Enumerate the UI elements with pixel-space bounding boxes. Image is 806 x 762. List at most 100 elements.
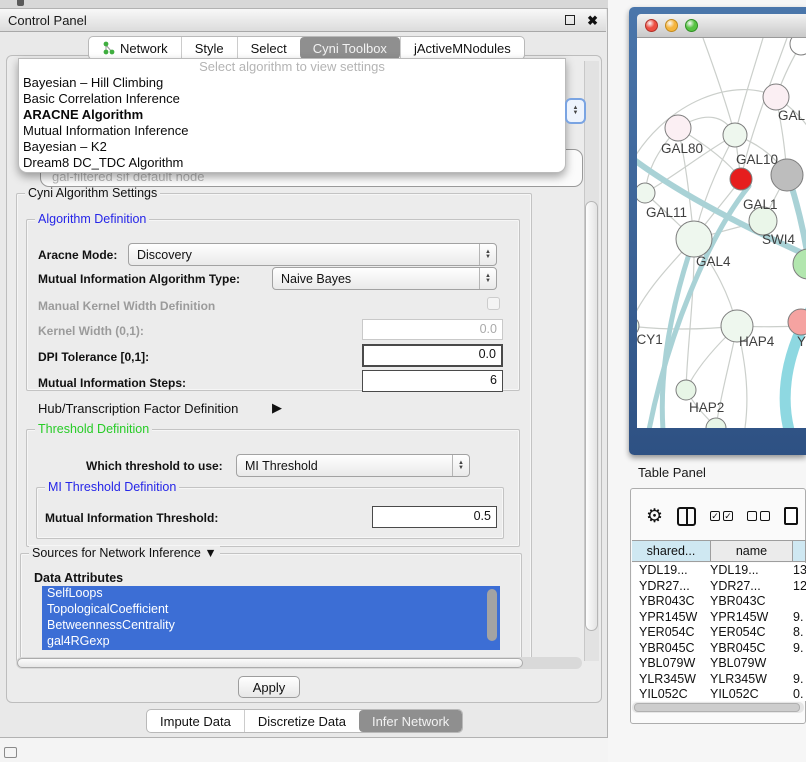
columns-icon[interactable] xyxy=(677,507,696,526)
aracne-mode-combo[interactable]: Discovery ▲▼ xyxy=(128,243,497,266)
manual-kernel-label: Manual Kernel Width Definition xyxy=(38,299,215,313)
table-cell: YBR043C xyxy=(632,594,710,610)
select-all-icon[interactable]: ✓✓ xyxy=(710,511,733,521)
attribute-item[interactable]: gal4RGexp xyxy=(42,634,500,650)
algorithm-dropdown-list: Bayesian – Hill ClimbingBasic Correlatio… xyxy=(19,75,565,171)
table-row[interactable]: YPR145WYPR145W9. xyxy=(632,610,806,626)
network-edge[interactable] xyxy=(735,38,763,135)
table-row[interactable]: YER054CYER054C8. xyxy=(632,625,806,641)
algorithm-option[interactable]: Bayesian – Hill Climbing xyxy=(19,75,565,91)
float-window-icon[interactable] xyxy=(565,15,575,25)
table-cell: 8. xyxy=(793,625,806,641)
table-row[interactable]: YIL052CYIL052C0. xyxy=(632,687,806,701)
network-node[interactable] xyxy=(793,249,806,279)
combo-stepper-icon: ▲▼ xyxy=(479,244,496,265)
network-node[interactable] xyxy=(730,168,752,190)
mi-type-combo[interactable]: Naive Bayes ▲▼ xyxy=(272,267,497,290)
which-threshold-label: Which threshold to use: xyxy=(86,459,223,473)
manual-kernel-checkbox[interactable] xyxy=(487,297,500,310)
tab-select[interactable]: Select xyxy=(237,37,300,59)
panel-vertical-scrollbar-thumb[interactable] xyxy=(585,201,598,631)
algorithm-option[interactable]: Dream8 DC_TDC Algorithm xyxy=(19,155,565,171)
network-view-canvas[interactable]: GALGAL80GAL10GAL1GAL11SWI4GAL4GCY1HAP4YH… xyxy=(637,38,806,428)
table-cell: YPR145W xyxy=(632,610,710,626)
table-row[interactable]: YLR345WYLR345W9. xyxy=(632,672,806,688)
which-threshold-combo[interactable]: MI Threshold ▲▼ xyxy=(236,454,470,477)
expand-right-icon[interactable]: ▶ xyxy=(272,400,282,416)
table-row[interactable]: YDR27...YDR27...12 xyxy=(632,579,806,595)
tab-network[interactable]: Network xyxy=(89,37,181,59)
network-node[interactable] xyxy=(788,309,806,335)
mi-type-label: Mutual Information Algorithm Type: xyxy=(38,272,240,286)
apply-button[interactable]: Apply xyxy=(238,676,300,698)
zoom-traffic-light[interactable] xyxy=(685,19,698,32)
combo-stepper-icon: ▲▼ xyxy=(452,455,469,476)
node-label-gal1: GAL1 xyxy=(743,197,778,212)
algorithm-combo-stepper[interactable]: ▲▼ xyxy=(565,98,586,124)
network-icon xyxy=(102,41,115,55)
mi-threshold-field[interactable]: 0.5 xyxy=(372,506,497,528)
column-header-shared-[interactable]: shared... xyxy=(632,541,711,561)
node-label-gal80: GAL80 xyxy=(661,141,703,156)
tab-label: Discretize Data xyxy=(258,714,346,729)
table-row[interactable]: YDL19...YDL19...13 xyxy=(632,563,806,579)
data-attributes-list[interactable]: SelfLoopsTopologicalCoefficientBetweenne… xyxy=(42,586,500,650)
close-traffic-light[interactable] xyxy=(645,19,658,32)
tab-style[interactable]: Style xyxy=(181,37,237,59)
close-icon[interactable]: ✖ xyxy=(587,14,598,27)
kernel-width-field[interactable]: 0.0 xyxy=(362,319,503,340)
table-cell: YLR345W xyxy=(632,672,710,688)
table-cell: YBL079W xyxy=(632,656,710,672)
table-toolbar: ⚙ ✓✓ xyxy=(632,495,804,537)
tab-jactivemnodules[interactable]: jActiveMNodules xyxy=(400,37,524,59)
network-node[interactable] xyxy=(723,123,747,147)
network-node[interactable] xyxy=(790,38,806,55)
table-cell: YBR045C xyxy=(710,641,793,657)
node-label-hap2: HAP2 xyxy=(689,400,724,415)
document-icon[interactable] xyxy=(784,507,798,525)
tab-impute-data[interactable]: Impute Data xyxy=(147,710,244,732)
dpi-tolerance-field[interactable]: 0.0 xyxy=(362,344,503,367)
tab-discretize-data[interactable]: Discretize Data xyxy=(244,710,359,732)
algorithm-option[interactable]: Basic Correlation Inference xyxy=(19,91,565,107)
node-label-y: Y xyxy=(797,334,806,349)
network-node[interactable] xyxy=(637,183,655,203)
network-window-titlebar[interactable] xyxy=(637,14,806,38)
algorithm-option[interactable]: ARACNE Algorithm xyxy=(19,107,565,123)
stepper-arrows-icon: ▲▼ xyxy=(573,106,579,116)
tab-infer-network[interactable]: Infer Network xyxy=(359,710,462,732)
collapsed-panel-icon[interactable] xyxy=(4,747,17,758)
attributes-scrollbar-thumb[interactable] xyxy=(487,589,497,641)
network-edge[interactable] xyxy=(703,38,735,135)
deselect-all-icon[interactable] xyxy=(747,511,770,521)
mi-steps-field[interactable]: 6 xyxy=(362,370,503,392)
algorithm-option[interactable]: Mutual Information Inference xyxy=(19,123,565,139)
gear-icon[interactable]: ⚙ xyxy=(646,507,663,526)
tab-cyni-toolbox[interactable]: Cyni Toolbox xyxy=(300,37,400,59)
algorithm-option[interactable]: Bayesian – K2 xyxy=(19,139,565,155)
attribute-item[interactable]: SelfLoops xyxy=(42,586,500,602)
network-node[interactable] xyxy=(665,115,691,141)
attribute-item[interactable]: TopologicalCoefficient xyxy=(42,602,500,618)
aracne-mode-value: Discovery xyxy=(129,248,479,262)
table-row[interactable]: YBR045CYBR045C9. xyxy=(632,641,806,657)
table-row[interactable]: YBR043CYBR043C xyxy=(632,594,806,610)
column-header-name[interactable]: name xyxy=(711,541,793,561)
table-row[interactable]: YBL079WYBL079W xyxy=(632,656,806,672)
network-node[interactable] xyxy=(676,380,696,400)
network-node[interactable] xyxy=(763,84,789,110)
column-header-extra[interactable] xyxy=(793,541,806,561)
top-strip xyxy=(0,0,612,8)
attribute-item[interactable]: BetweennessCentrality xyxy=(42,618,500,634)
toolbar-remnant-icon xyxy=(17,0,24,6)
hub-definition-label[interactable]: Hub/Transcription Factor Definition xyxy=(38,401,238,416)
node-label-swi4: SWI4 xyxy=(762,232,795,247)
minimize-traffic-light[interactable] xyxy=(665,19,678,32)
table-cell: YBR045C xyxy=(632,641,710,657)
kernel-width-label: Kernel Width (0,1): xyxy=(38,324,144,338)
table-cell: YIL052C xyxy=(710,687,793,701)
table-horizontal-scrollbar-thumb[interactable] xyxy=(634,703,800,712)
network-node[interactable] xyxy=(676,221,712,257)
panel-horizontal-scrollbar-thumb[interactable] xyxy=(17,658,523,668)
sources-legend[interactable]: Sources for Network Inference ▼ xyxy=(29,546,220,560)
